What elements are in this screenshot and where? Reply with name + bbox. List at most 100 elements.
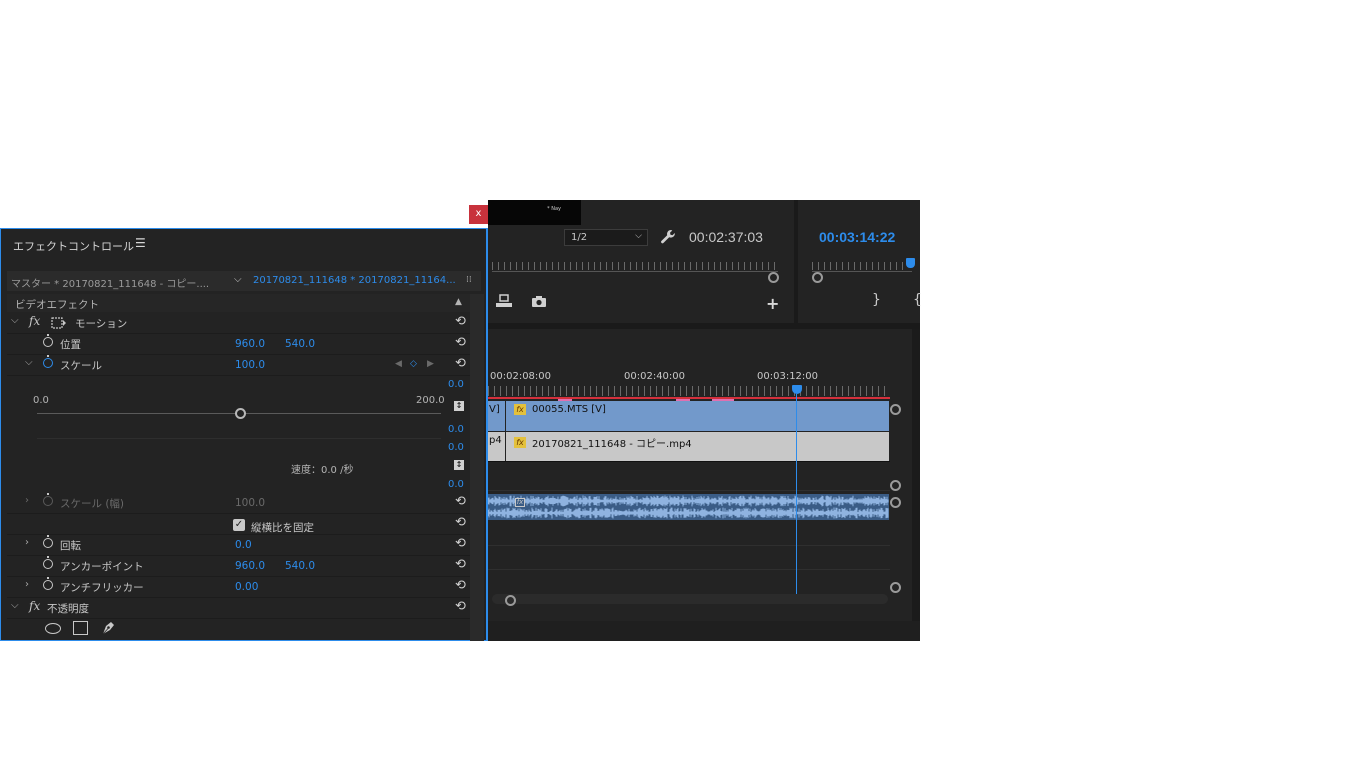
reset-icon[interactable]: ⟲ [455, 599, 466, 614]
track-height-handle[interactable] [890, 497, 901, 508]
panel-title[interactable]: エフェクトコントロール [13, 238, 134, 254]
position-label: 位置 [60, 339, 81, 351]
reset-icon[interactable]: ⟲ [455, 356, 466, 371]
velocity-label: 速度：0.0 /秒 [291, 465, 354, 476]
reset-icon[interactable]: ⟲ [455, 515, 466, 530]
reset-icon[interactable]: ⟲ [455, 494, 466, 509]
video-clip[interactable]: fx 00055.MTS [V] [506, 401, 889, 431]
rotation-label: 回転 [60, 540, 81, 552]
video-clip[interactable]: fx 20170821_111648 - コピー.mp4 [506, 432, 889, 461]
timeline-footer [488, 621, 920, 641]
scale-value[interactable]: 100.0 [235, 359, 265, 371]
chevron-down-icon[interactable]: ⌵ [11, 600, 19, 611]
expand-graph-icon[interactable]: ↕ [454, 460, 464, 470]
track-height-handle[interactable] [890, 480, 901, 491]
stopwatch-icon [43, 493, 53, 506]
audio-fx-badge-icon: fx [515, 498, 525, 507]
program-timecode[interactable]: 00:02:37:03 [689, 229, 763, 245]
chevron-right-icon[interactable]: › [25, 579, 29, 590]
slider-max-label: 200.0 [416, 395, 445, 406]
clip-name: p4 [489, 435, 502, 446]
add-keyframe-icon[interactable]: ◇ [410, 359, 417, 369]
timeline-horizontal-scrollbar[interactable] [492, 594, 888, 604]
reset-icon[interactable]: ⟲ [455, 578, 466, 593]
mark-in-icon[interactable]: { [913, 292, 922, 308]
position-x-value[interactable]: 960.0 [235, 338, 265, 350]
next-keyframe-icon[interactable]: ▶ [427, 359, 434, 369]
source-ruler[interactable] [812, 262, 906, 270]
pen-mask-icon[interactable] [100, 620, 116, 636]
triangle-up-icon[interactable]: ▲ [455, 297, 462, 307]
grip-icon[interactable]: ⁞⁞ [466, 275, 472, 285]
close-button[interactable]: x [469, 205, 488, 224]
anchor-y-value[interactable]: 540.0 [285, 560, 315, 572]
position-y-value[interactable]: 540.0 [285, 338, 315, 350]
track-divider [488, 461, 890, 462]
motion-effect-row[interactable]: ⌵ fx モーション ⟲ [7, 313, 470, 334]
fx-badge-icon: fx [514, 437, 526, 448]
clip-name: 20170821_111648 - コピー.mp4 [532, 439, 692, 450]
transform-box-icon[interactable] [51, 317, 67, 329]
uniform-scale-label[interactable]: 縦横比を固定 [251, 520, 314, 535]
track-height-handle[interactable] [890, 582, 901, 593]
reset-icon[interactable]: ⟲ [455, 557, 466, 572]
opacity-effect-row[interactable]: ⌵ fx 不透明度 ⟲ [7, 598, 470, 619]
video-clip[interactable]: p4 [488, 432, 505, 461]
expand-graph-icon[interactable]: ↕ [454, 401, 464, 411]
stopwatch-icon[interactable] [43, 535, 53, 548]
stopwatch-icon[interactable] [43, 334, 53, 347]
ellipse-mask-icon[interactable] [45, 623, 61, 634]
monitor-zoom-handle[interactable] [768, 272, 779, 283]
stopwatch-icon[interactable] [43, 556, 53, 569]
source-timecode[interactable]: 00:03:14:22 [819, 229, 895, 245]
chevron-right-icon[interactable]: › [25, 495, 29, 506]
wrench-icon[interactable] [660, 229, 676, 245]
audio-waveform [488, 495, 889, 519]
timeline-panel [488, 329, 912, 621]
reset-icon[interactable]: ⟲ [455, 314, 466, 329]
rotation-value[interactable]: 0.0 [235, 539, 252, 551]
panel-menu-icon[interactable]: ☰ [135, 236, 146, 250]
uniform-scale-checkbox[interactable]: ✓ [233, 519, 245, 531]
chevron-down-icon[interactable]: ⌵ [25, 357, 33, 368]
reset-icon[interactable]: ⟲ [455, 335, 466, 350]
antiflicker-value[interactable]: 0.00 [235, 581, 258, 593]
anchor-x-value[interactable]: 960.0 [235, 560, 265, 572]
mark-out-icon[interactable]: } [872, 292, 881, 308]
audio-clip[interactable] [488, 494, 889, 520]
timeline-vertical-scrollbar[interactable] [912, 329, 920, 621]
stopwatch-icon[interactable] [43, 355, 53, 368]
rotation-row: › 回転 0.0 ⟲ [7, 535, 470, 556]
chevron-right-icon[interactable]: › [25, 537, 29, 548]
chevron-down-icon[interactable]: ⌵ [234, 274, 242, 285]
source-zoom-handle[interactable] [812, 272, 823, 283]
reset-icon[interactable]: ⟲ [455, 536, 466, 551]
previous-keyframe-icon[interactable]: ◀ [395, 359, 402, 369]
chevron-down-icon[interactable]: ⌵ [11, 315, 19, 326]
source-playhead[interactable] [906, 258, 915, 268]
fx-toggle-icon[interactable]: fx [29, 314, 40, 328]
playback-resolution-select[interactable]: 1/2 ⌵ [564, 229, 648, 246]
scale-slider-handle[interactable] [235, 408, 246, 419]
video-clip[interactable]: V] [488, 401, 505, 431]
camera-icon[interactable] [531, 295, 547, 308]
monitor-thumbnail: * Nay [488, 200, 581, 225]
anchor-point-label: アンカーポイント [60, 561, 144, 573]
add-button-icon[interactable]: + [766, 294, 779, 313]
motion-label: モーション [75, 318, 128, 330]
sequence-clip-tab[interactable]: 20170821_111648 * 20170821_11164... [253, 275, 456, 286]
fx-toggle-icon[interactable]: fx [29, 599, 40, 613]
timeline-ruler-label: 00:02:40:00 [624, 371, 686, 382]
timeline-zoom-handle[interactable] [505, 595, 516, 606]
track-height-handle[interactable] [890, 404, 901, 415]
stopwatch-icon[interactable] [43, 577, 53, 590]
timeline-ruler[interactable] [488, 386, 890, 396]
monitor-ruler-line [492, 271, 778, 272]
rectangle-mask-icon[interactable] [73, 621, 88, 635]
panel-scrollbar[interactable] [470, 294, 484, 641]
monitor-ruler[interactable] [492, 262, 778, 270]
slider-min-label: 0.0 [33, 395, 49, 406]
export-frame-icon[interactable] [495, 294, 513, 308]
master-clip-tab[interactable]: マスター * 20170821_111648 - コピー.... [11, 275, 209, 290]
track-divider [488, 545, 890, 546]
